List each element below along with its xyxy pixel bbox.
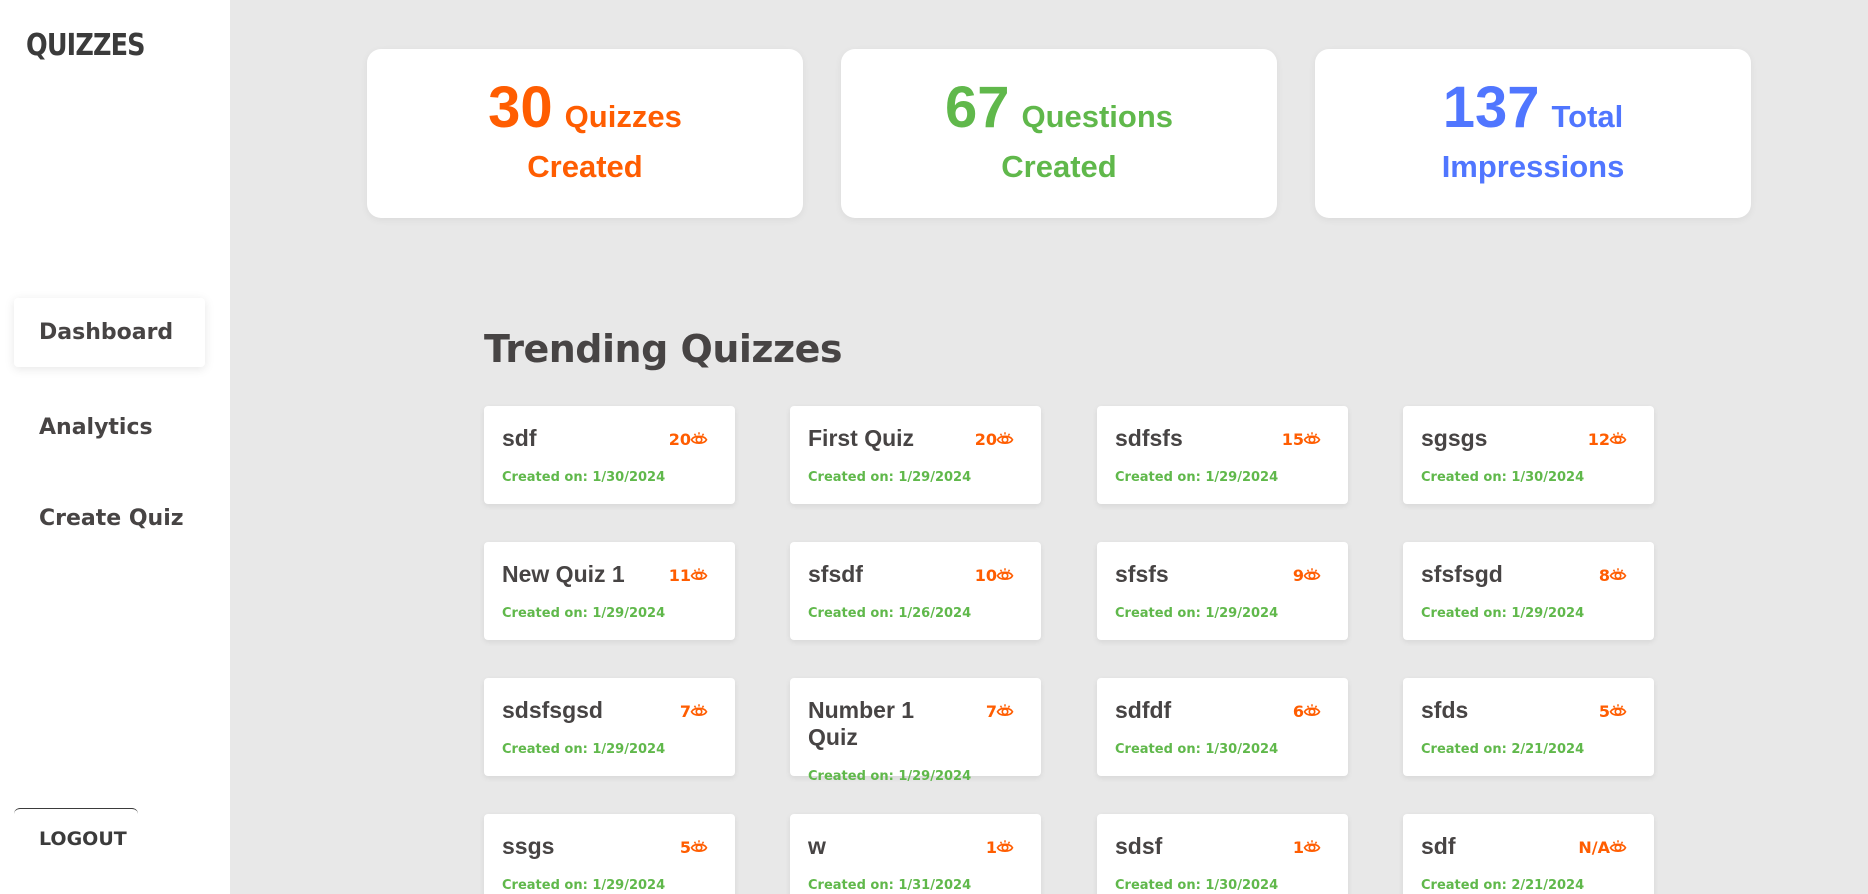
- trending-title: Trending Quizzes: [484, 327, 843, 371]
- quiz-card[interactable]: sdfdf 6 Created on: 1/30/2024: [1097, 678, 1348, 776]
- quiz-card[interactable]: sfsfs 9 Created on: 1/29/2024: [1097, 542, 1348, 640]
- quiz-created-date: Created on: 2/21/2024: [1421, 742, 1585, 757]
- stat-quizzes-value: 30: [488, 75, 553, 140]
- quiz-view-count: 15: [1281, 430, 1304, 449]
- quiz-created-date: Created on: 1/29/2024: [808, 769, 972, 784]
- quiz-name: sgsgs: [1421, 425, 1488, 451]
- quiz-view-count: 20: [668, 430, 691, 449]
- quiz-created-date: Created on: 1/29/2024: [502, 742, 666, 757]
- quiz-card[interactable]: Number 1 Quiz 7 Created on: 1/29/2024: [790, 678, 1041, 784]
- quiz-name: w: [808, 833, 826, 859]
- quiz-created-date: Created on: 1/29/2024: [502, 878, 666, 893]
- quiz-name: sfsfs: [1115, 561, 1169, 587]
- stat-quizzes-sublabel: Created: [527, 149, 643, 184]
- stat-questions-sublabel: Created: [1001, 149, 1117, 184]
- quiz-created-date: Created on: 1/30/2024: [502, 470, 666, 485]
- quiz-card[interactable]: New Quiz 1 11 Created on: 1/29/2024: [484, 542, 735, 640]
- eye-icon: [996, 840, 1014, 852]
- quiz-created-date: Created on: 1/30/2024: [1115, 742, 1279, 757]
- quiz-created-date: Created on: 1/30/2024: [1115, 878, 1279, 893]
- eye-icon: [996, 432, 1014, 444]
- sidebar-item-analytics[interactable]: Analytics: [14, 393, 205, 462]
- quiz-name: Number 1 Quiz: [808, 697, 915, 750]
- quiz-created-date: Created on: 1/26/2024: [808, 606, 972, 621]
- eye-icon: [996, 704, 1014, 716]
- sidebar-item-create-quiz[interactable]: Create Quiz: [14, 484, 205, 553]
- stat-impressions-value: 137: [1442, 75, 1540, 140]
- quiz-name: ssgs: [502, 833, 555, 859]
- quiz-created-date: Created on: 1/29/2024: [1421, 606, 1585, 621]
- quiz-view-count: 20: [974, 430, 997, 449]
- app-root: QUIZZES Dashboard Analytics Create Quiz …: [0, 0, 1868, 894]
- eye-icon: [1303, 704, 1321, 716]
- quiz-card[interactable]: sfds 5 Created on: 2/21/2024: [1403, 678, 1654, 776]
- quiz-card[interactable]: sdsf 1 Created on: 1/30/2024: [1097, 814, 1348, 894]
- quiz-created-date: Created on: 1/29/2024: [808, 470, 972, 485]
- sidebar-item-dashboard[interactable]: Dashboard: [14, 298, 205, 367]
- eye-icon: [1609, 568, 1627, 580]
- quiz-name: sfsfsgd: [1421, 561, 1503, 587]
- quiz-card[interactable]: sgsgs 12 Created on: 1/30/2024: [1403, 406, 1654, 504]
- quiz-view-count: 10: [974, 566, 997, 585]
- eye-icon: [1303, 840, 1321, 852]
- quiz-card[interactable]: sdfsfs 15 Created on: 1/29/2024: [1097, 406, 1348, 504]
- quiz-card[interactable]: ssgs 5 Created on: 1/29/2024: [484, 814, 735, 894]
- stat-card-impressions: 137 Total Impressions: [1315, 49, 1751, 218]
- logout-button[interactable]: LOGOUT: [14, 808, 138, 868]
- quiz-created-date: Created on: 1/31/2024: [808, 878, 972, 893]
- quiz-card[interactable]: sfsfsgd 8 Created on: 1/29/2024: [1403, 542, 1654, 640]
- sidebar: QUIZZES Dashboard Analytics Create Quiz …: [0, 0, 230, 894]
- stat-questions-label: Questions: [1021, 99, 1174, 134]
- eye-icon: [690, 568, 708, 580]
- quiz-view-count: 11: [668, 566, 691, 585]
- quiz-name: sfds: [1421, 697, 1469, 723]
- eye-icon: [1609, 840, 1627, 852]
- quiz-name: First Quiz: [808, 425, 915, 451]
- quiz-created-date: Created on: 1/29/2024: [1115, 606, 1279, 621]
- quiz-card[interactable]: sdsfsgsd 7 Created on: 1/29/2024: [484, 678, 735, 776]
- eye-icon: [1609, 704, 1627, 716]
- stat-card-quizzes: 30 Quizzes Created: [367, 49, 803, 218]
- quiz-name: sdfsfs: [1115, 425, 1183, 451]
- quiz-name: sdsf: [1115, 833, 1163, 859]
- quiz-view-count: N/A: [1578, 838, 1610, 857]
- quiz-name: sfsdf: [808, 561, 863, 587]
- stat-quizzes-label: Quizzes: [564, 99, 682, 134]
- eye-icon: [1303, 568, 1321, 580]
- quiz-created-date: Created on: 1/29/2024: [1115, 470, 1279, 485]
- quiz-view-count: 12: [1587, 430, 1610, 449]
- quiz-created-date: Created on: 1/30/2024: [1421, 470, 1585, 485]
- eye-icon: [690, 840, 708, 852]
- stat-card-questions: 67 Questions Created: [841, 49, 1277, 218]
- eye-icon: [1303, 432, 1321, 444]
- quiz-name: sdf: [502, 425, 537, 451]
- eye-icon: [1609, 432, 1627, 444]
- quiz-name: sdf: [1421, 833, 1456, 859]
- quiz-card[interactable]: sdf 20 Created on: 1/30/2024: [484, 406, 735, 504]
- quiz-created-date: Created on: 1/29/2024: [502, 606, 666, 621]
- quiz-card[interactable]: sfsdf 10 Created on: 1/26/2024: [790, 542, 1041, 640]
- quiz-name: sdfdf: [1115, 697, 1172, 723]
- quiz-card[interactable]: sdf N/A Created on: 2/21/2024: [1403, 814, 1654, 894]
- quiz-card[interactable]: First Quiz 20 Created on: 1/29/2024: [790, 406, 1041, 504]
- stat-questions-value: 67: [944, 75, 1010, 140]
- app-logo: QUIZZES: [26, 28, 146, 63]
- quiz-name: sdsfsgsd: [502, 697, 603, 723]
- eye-icon: [690, 704, 708, 716]
- stat-impressions-sublabel: Impressions: [1441, 149, 1625, 184]
- quiz-card[interactable]: w 1 Created on: 1/31/2024: [790, 814, 1041, 894]
- eye-icon: [996, 568, 1014, 580]
- quiz-created-date: Created on: 2/21/2024: [1421, 878, 1585, 893]
- quiz-name: New Quiz 1: [502, 561, 625, 587]
- stat-impressions-label: Total: [1551, 99, 1624, 134]
- eye-icon: [690, 432, 708, 444]
